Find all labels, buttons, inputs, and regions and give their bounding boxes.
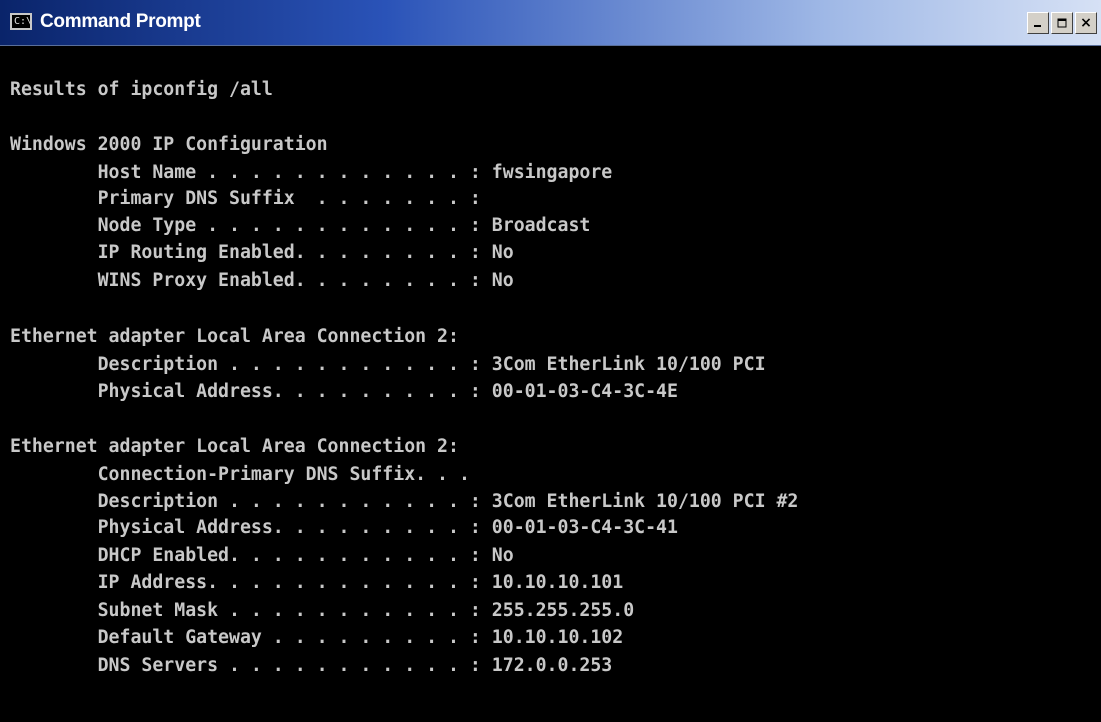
console-app-icon[interactable]: C:\ — [10, 13, 32, 30]
console-line: Ethernet adapter Local Area Connection 2… — [10, 436, 459, 457]
minimize-button[interactable] — [1027, 12, 1049, 34]
console-line: WINS Proxy Enabled. . . . . . . . : No — [10, 270, 514, 291]
console-line: Connection-Primary DNS Suffix. . . — [10, 464, 470, 485]
console-line: DHCP Enabled. . . . . . . . . . . : No — [10, 545, 514, 566]
console-line: Physical Address. . . . . . . . . : 00-0… — [10, 381, 678, 402]
console-line: Physical Address. . . . . . . . . : 00-0… — [10, 517, 678, 538]
console-line: IP Address. . . . . . . . . . . . : 10.1… — [10, 572, 624, 593]
minimize-icon — [1034, 25, 1041, 27]
console-output[interactable]: Results of ipconfig /all Windows 2000 IP… — [0, 46, 1101, 722]
close-button[interactable]: × — [1075, 12, 1097, 34]
console-line: Results of ipconfig /all — [10, 79, 273, 100]
console-line: Default Gateway . . . . . . . . . : 10.1… — [10, 627, 624, 648]
window-controls: × — [1027, 12, 1097, 34]
close-icon: × — [1080, 15, 1092, 31]
title-bar[interactable]: C:\ Command Prompt × — [0, 0, 1101, 46]
command-prompt-window: C:\ Command Prompt × Results of ipconfig… — [0, 0, 1101, 722]
maximize-button[interactable] — [1051, 12, 1073, 34]
console-line: Host Name . . . . . . . . . . . . : fwsi… — [10, 162, 613, 183]
console-line: Node Type . . . . . . . . . . . . : Broa… — [10, 215, 591, 236]
window-title: Command Prompt — [40, 11, 201, 32]
console-line: Description . . . . . . . . . . . : 3Com… — [10, 491, 799, 512]
console-line: Subnet Mask . . . . . . . . . . . : 255.… — [10, 600, 635, 621]
console-line: DNS Servers . . . . . . . . . . . : 172.… — [10, 655, 613, 676]
console-line: Ethernet adapter Local Area Connection 2… — [10, 326, 459, 347]
console-line: Description . . . . . . . . . . . : 3Com… — [10, 354, 766, 375]
console-line: Windows 2000 IP Configuration — [10, 134, 328, 155]
console-line: IP Routing Enabled. . . . . . . . : No — [10, 242, 514, 263]
maximize-icon — [1057, 18, 1067, 28]
console-line: Primary DNS Suffix . . . . . . . : — [10, 188, 481, 209]
